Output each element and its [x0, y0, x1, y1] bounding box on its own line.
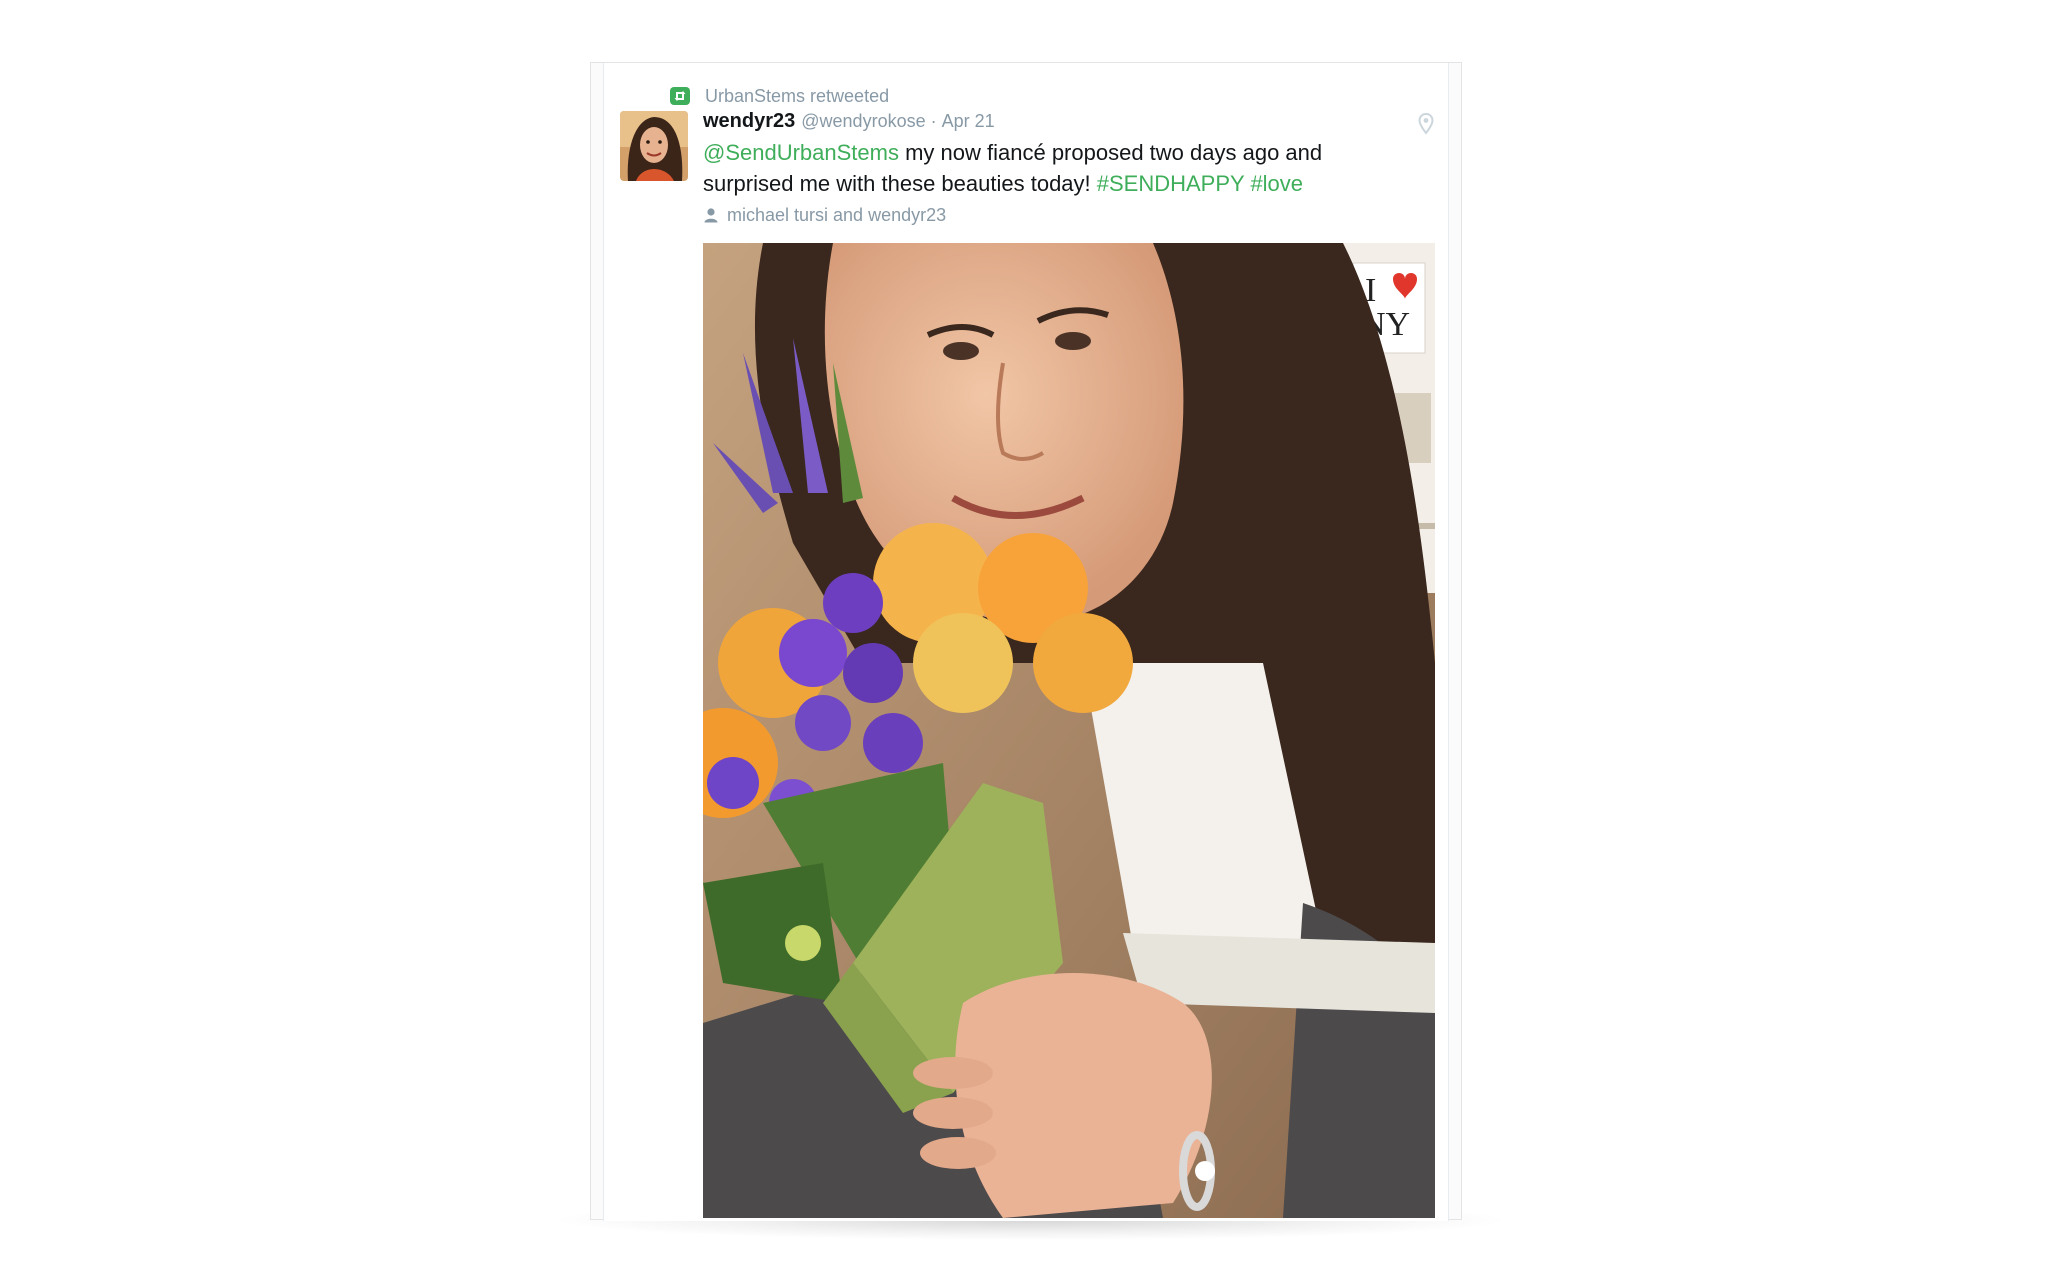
retweet-context[interactable]: UrbanStems retweeted: [670, 85, 889, 107]
tagged-users[interactable]: michael tursi and wendyr23: [703, 204, 946, 226]
hashtag-sendhappy[interactable]: #SENDHAPPY: [1097, 171, 1245, 196]
tweet-text: @SendUrbanStems my now fiancé proposed t…: [703, 137, 1403, 199]
tweet-date[interactable]: Apr 21: [942, 111, 995, 132]
page: UrbanStems retweeted wendyr23 @wendyroko…: [0, 0, 2048, 1280]
map-pin-icon[interactable]: [1418, 112, 1434, 135]
user-icon: [703, 207, 719, 223]
retweet-label: UrbanStems retweeted: [705, 85, 890, 106]
tweet-embed-card: UrbanStems retweeted wendyr23 @wendyroko…: [590, 62, 1462, 1221]
tweet-header: wendyr23 @wendyrokose · Apr 21: [703, 110, 995, 134]
author-name[interactable]: wendyr23: [703, 110, 795, 133]
hashtag-love[interactable]: #love: [1250, 171, 1303, 196]
author-handle[interactable]: @wendyrokose: [801, 111, 925, 132]
mention-link[interactable]: @SendUrbanStems: [703, 140, 899, 165]
avatar[interactable]: [620, 111, 688, 181]
separator: ·: [930, 111, 937, 131]
retweet-icon: [670, 87, 690, 105]
tweet-photo[interactable]: I NY: [703, 243, 1435, 1218]
tagged-users-label: michael tursi and wendyr23: [727, 204, 947, 225]
tweet[interactable]: UrbanStems retweeted wendyr23 @wendyroko…: [603, 63, 1449, 1221]
